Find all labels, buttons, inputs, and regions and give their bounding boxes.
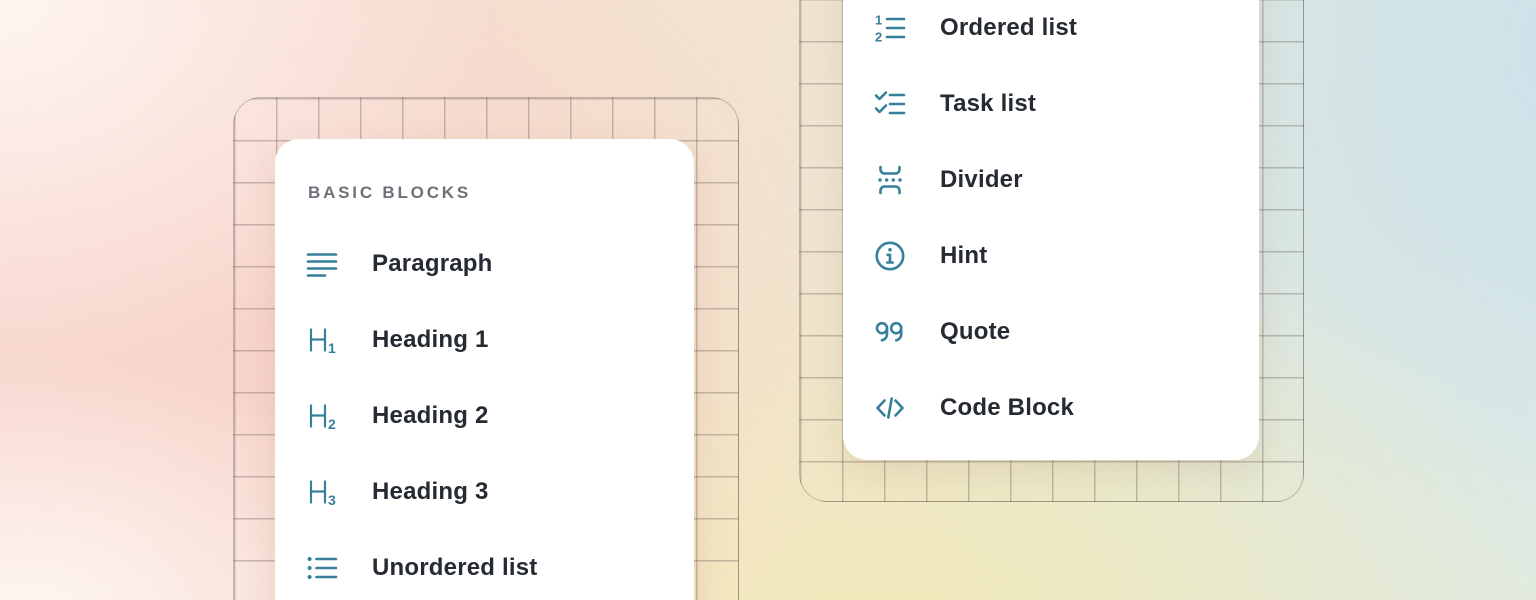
menu-item-label: Quote xyxy=(940,318,1010,346)
menu-item-label: Hint xyxy=(940,242,987,270)
heading-1-icon: 1 xyxy=(305,323,339,357)
basic-blocks-header: BASIC BLOCKS xyxy=(308,179,471,207)
menu-item-label: Code Block xyxy=(940,394,1074,422)
svg-text:2: 2 xyxy=(875,30,882,45)
menu-item-label: Ordered list xyxy=(940,14,1077,42)
svg-text:3: 3 xyxy=(328,492,336,508)
menu-item-code-block[interactable]: Code Block xyxy=(843,370,1259,446)
paragraph-icon xyxy=(305,247,339,281)
unordered-list-icon xyxy=(305,551,339,585)
menu-item-label: Heading 1 xyxy=(372,326,489,354)
svg-text:1: 1 xyxy=(875,13,882,28)
blocks-menu-card-right: 1 2 Ordered list Task list xyxy=(843,0,1259,460)
ordered-list-icon: 1 2 xyxy=(873,11,907,45)
heading-2-icon: 2 xyxy=(305,399,339,433)
basic-blocks-menu-card: BASIC BLOCKS Paragraph 1 Heading 1 xyxy=(275,139,694,600)
hint-icon xyxy=(873,239,907,273)
menu-item-heading-1[interactable]: 1 Heading 1 xyxy=(275,302,694,378)
quote-icon xyxy=(873,315,907,349)
blocks-items: 1 2 Ordered list Task list xyxy=(843,0,1259,446)
menu-item-unordered-list[interactable]: Unordered list xyxy=(275,530,694,600)
menu-item-label: Task list xyxy=(940,90,1036,118)
menu-item-ordered-list[interactable]: 1 2 Ordered list xyxy=(843,0,1259,66)
svg-text:2: 2 xyxy=(328,416,336,432)
menu-item-heading-2[interactable]: 2 Heading 2 xyxy=(275,378,694,454)
heading-3-icon: 3 xyxy=(305,475,339,509)
menu-item-task-list[interactable]: Task list xyxy=(843,66,1259,142)
basic-blocks-items: Paragraph 1 Heading 1 2 Heading 2 xyxy=(275,226,694,600)
menu-item-hint[interactable]: Hint xyxy=(843,218,1259,294)
menu-item-label: Divider xyxy=(940,166,1023,194)
menu-item-label: Paragraph xyxy=(372,250,493,278)
menu-item-paragraph[interactable]: Paragraph xyxy=(275,226,694,302)
marketing-background: { "colors": { "accent_icon": "#37809a", … xyxy=(0,0,1536,600)
menu-item-label: Heading 3 xyxy=(372,478,489,506)
menu-item-label: Heading 2 xyxy=(372,402,489,430)
divider-icon xyxy=(873,163,907,197)
menu-item-divider[interactable]: Divider xyxy=(843,142,1259,218)
menu-item-label: Unordered list xyxy=(372,554,538,582)
code-block-icon xyxy=(873,391,907,425)
menu-item-heading-3[interactable]: 3 Heading 3 xyxy=(275,454,694,530)
svg-text:1: 1 xyxy=(328,340,336,356)
menu-item-quote[interactable]: Quote xyxy=(843,294,1259,370)
task-list-icon xyxy=(873,87,907,121)
